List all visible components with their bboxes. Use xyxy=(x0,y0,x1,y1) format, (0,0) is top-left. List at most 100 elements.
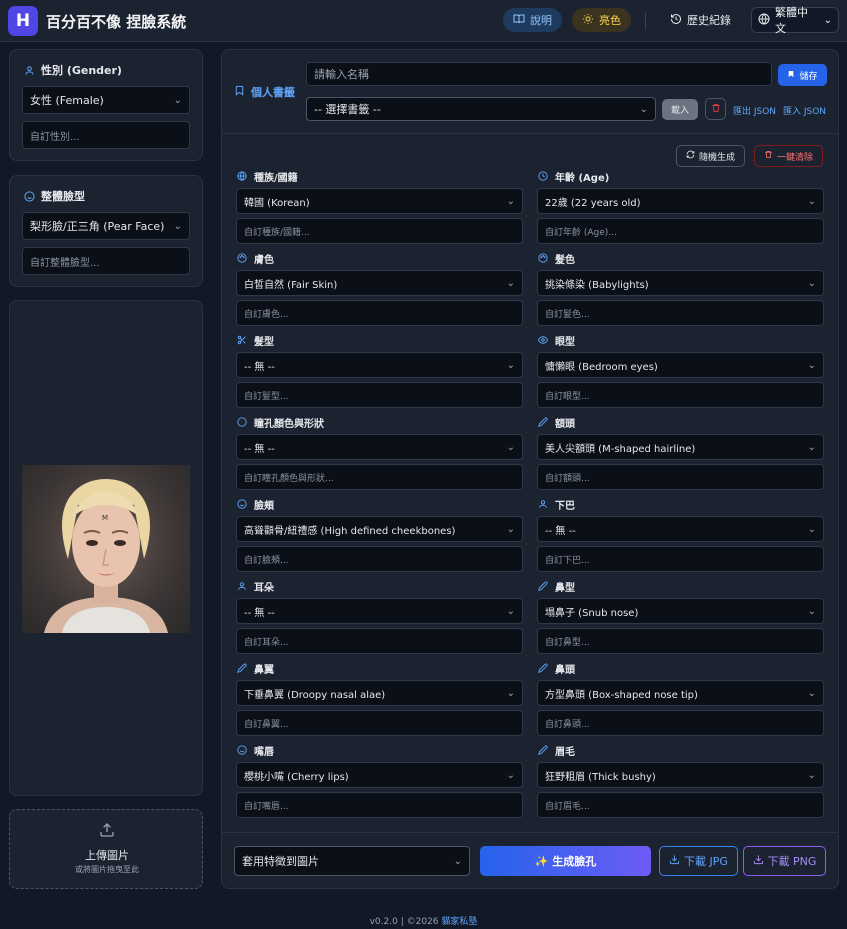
book-icon xyxy=(513,13,525,28)
face-shape-select[interactable]: 梨形臉/正三角 (Pear Face) ⌄ xyxy=(22,212,190,240)
top-bar: H 百分百不像 捏臉系統 說明 亮色 歷史紀錄 繁體中文 ⌄ xyxy=(0,0,847,42)
feature-field-custom-input[interactable]: 自訂嘴唇... xyxy=(236,792,523,818)
app-title: 百分百不像 捏臉系統 xyxy=(46,13,187,31)
feature-field-custom-input[interactable]: 自訂鼻翼... xyxy=(236,710,523,736)
bookmark-icon xyxy=(234,85,245,99)
export-json-link[interactable]: 匯出 JSON xyxy=(733,104,776,117)
chevron-down-icon: ⌄ xyxy=(807,687,816,699)
apply-features-select[interactable]: 套用特徵到圖片 ⌄ xyxy=(234,846,470,876)
download-png-label: 下載 PNG xyxy=(767,855,817,868)
feature-field-select[interactable]: 白皙自然 (Fair Skin) ⌄ xyxy=(236,270,523,296)
feature-field-select[interactable]: 方型鼻頭 (Box-shaped nose tip) ⌄ xyxy=(537,680,824,706)
feature-field-custom-input[interactable]: 自訂膚色... xyxy=(236,300,523,326)
feature-field-label: 鼻頭 xyxy=(555,664,575,676)
feature-field-custom-input[interactable]: 自訂額頭... xyxy=(537,464,824,490)
upload-dropzone[interactable]: 上傳圖片 或將圖片拖曳至此 xyxy=(9,809,203,889)
download-jpg-button[interactable]: 下載 JPG xyxy=(659,846,738,876)
feature-field-select[interactable]: 塌鼻子 (Snub nose) ⌄ xyxy=(537,598,824,624)
feature-field-custom-input[interactable]: 自訂臉頰... xyxy=(236,546,523,572)
feature-field: 嘴唇櫻桃小嘴 (Cherry lips) ⌄ 自訂嘴唇... xyxy=(236,742,523,818)
feature-field-custom-input[interactable]: 自訂耳朵... xyxy=(236,628,523,654)
theme-toggle-button[interactable]: 亮色 xyxy=(572,8,631,32)
feature-field-value: 挑染條染 (Babylights) xyxy=(545,279,649,291)
feature-field-label: 瞳孔顏色與形狀 xyxy=(254,418,324,430)
feature-field-select[interactable]: -- 無 -- ⌄ xyxy=(236,434,523,460)
feature-field-value: 櫻桃小嘴 (Cherry lips) xyxy=(244,771,349,783)
face-shape-heading: 整體臉型 xyxy=(23,188,85,204)
bookmark-delete-button[interactable] xyxy=(705,98,726,120)
gender-custom-input[interactable]: 自訂性別... xyxy=(22,121,190,149)
feature-field-custom-input[interactable]: 自訂髮色... xyxy=(537,300,824,326)
pen-icon xyxy=(537,744,549,756)
feature-field-select[interactable]: 高聳顴骨/紐禮感 (High defined cheekbones) ⌄ xyxy=(236,516,523,542)
feature-field-custom-input[interactable]: 自訂眼型... xyxy=(537,382,824,408)
feature-field-select[interactable]: -- 無 -- ⌄ xyxy=(537,516,824,542)
feature-field-value: 塌鼻子 (Snub nose) xyxy=(545,607,639,619)
download-icon xyxy=(753,854,764,868)
trash-icon xyxy=(711,103,721,116)
feature-field-label: 臉頰 xyxy=(254,500,274,512)
feature-field-select[interactable]: 櫻桃小嘴 (Cherry lips) ⌄ xyxy=(236,762,523,788)
feature-field-select[interactable]: 韓國 (Korean) ⌄ xyxy=(236,188,523,214)
download-png-button[interactable]: 下載 PNG xyxy=(743,846,826,876)
feature-field-select[interactable]: -- 無 -- ⌄ xyxy=(236,598,523,624)
bookmark-select[interactable]: -- 選擇書籤 -- ⌄ xyxy=(306,97,656,121)
feature-field-custom-input[interactable]: 自訂年齡 (Age)... xyxy=(537,218,824,244)
clear-all-button[interactable]: 一鍵清除 xyxy=(754,145,823,167)
feature-field-custom-input[interactable]: 自訂下巴... xyxy=(537,546,824,572)
feature-field-custom-input[interactable]: 自訂髮型... xyxy=(236,382,523,408)
feature-field-heading: 嘴唇 xyxy=(236,742,523,758)
feature-field-label: 眼型 xyxy=(555,336,575,348)
gender-select[interactable]: 女性 (Female) ⌄ xyxy=(22,86,190,114)
feature-field-heading: 耳朵 xyxy=(236,578,523,594)
import-json-link[interactable]: 匯入 JSON xyxy=(783,104,826,117)
feature-field-select[interactable]: 挑染條染 (Babylights) ⌄ xyxy=(537,270,824,296)
gender-heading: 性別 (Gender) xyxy=(23,62,122,78)
feature-field-label: 鼻翼 xyxy=(254,664,274,676)
feature-field-select[interactable]: -- 無 -- ⌄ xyxy=(236,352,523,378)
bookmark-save-button[interactable]: 儲存 xyxy=(778,64,827,86)
bookmark-load-button[interactable]: 載入 xyxy=(662,99,698,120)
language-select[interactable]: 繁體中文 ⌄ xyxy=(751,6,839,35)
gender-panel: 性別 (Gender) 女性 (Female) ⌄ 自訂性別... xyxy=(9,49,203,161)
help-button[interactable]: 說明 xyxy=(503,8,562,32)
apply-features-value: 套用特徵到圖片 xyxy=(242,855,319,868)
feature-field-select[interactable]: 美人尖額頭 (M-shaped hairline) ⌄ xyxy=(537,434,824,460)
chevron-down-icon: ⌄ xyxy=(823,14,832,26)
feature-field-heading: 種族/國籍 xyxy=(236,168,523,184)
user-icon xyxy=(236,580,248,592)
feature-field-value: -- 無 -- xyxy=(244,607,275,619)
feature-field-heading: 臉頰 xyxy=(236,496,523,512)
footer-link[interactable]: 貓家私塾 xyxy=(441,917,477,927)
chevron-down-icon: ⌄ xyxy=(506,277,515,289)
history-button[interactable]: 歷史紀錄 xyxy=(660,8,741,32)
feature-field-select[interactable]: 慵懶眼 (Bedroom eyes) ⌄ xyxy=(537,352,824,378)
bookmark-name-input[interactable]: 請輸入名稱 xyxy=(306,62,772,86)
gender-label: 性別 (Gender) xyxy=(41,64,122,77)
random-generate-button[interactable]: 隨機生成 xyxy=(676,145,745,167)
clear-label: 一鍵清除 xyxy=(776,152,813,163)
feature-field-select[interactable]: 下垂鼻翼 (Droopy nasal alae) ⌄ xyxy=(236,680,523,706)
feature-field: 鼻頭方型鼻頭 (Box-shaped nose tip) ⌄ 自訂鼻頭... xyxy=(537,660,824,736)
generate-face-button[interactable]: ✨ 生成臉孔 xyxy=(480,846,651,876)
feature-field-label: 嘴唇 xyxy=(254,746,274,758)
header-divider xyxy=(645,12,646,30)
feature-field-custom-input[interactable]: 自訂鼻頭... xyxy=(537,710,824,736)
feature-field: 額頭 美人尖額頭 (M-shaped hairline) ⌄ 自訂額頭... xyxy=(537,414,824,490)
user-icon xyxy=(23,64,35,76)
bookmark-select-value: -- 選擇書籤 -- xyxy=(314,103,381,116)
feature-field-custom-input[interactable]: 自訂種族/國籍... xyxy=(236,218,523,244)
pen-icon xyxy=(537,416,549,428)
feature-field-value: 白皙自然 (Fair Skin) xyxy=(244,279,338,291)
smile-icon xyxy=(236,498,248,510)
help-label: 說明 xyxy=(530,14,552,27)
feature-field-select[interactable]: 狂野粗眉 (Thick bushy) ⌄ xyxy=(537,762,824,788)
feature-field: 耳朵 -- 無 -- ⌄ 自訂耳朵... xyxy=(236,578,523,654)
feature-field-custom-input[interactable]: 自訂瞳孔顏色與形狀... xyxy=(236,464,523,490)
refresh-icon xyxy=(686,150,695,162)
face-shape-custom-input[interactable]: 自訂整體臉型... xyxy=(22,247,190,275)
feature-field-heading: 年齡 (Age) xyxy=(537,168,824,184)
feature-field-select[interactable]: 22歲 (22 years old) ⌄ xyxy=(537,188,824,214)
feature-field-custom-input[interactable]: 自訂眉毛... xyxy=(537,792,824,818)
feature-field-custom-input[interactable]: 自訂鼻型... xyxy=(537,628,824,654)
